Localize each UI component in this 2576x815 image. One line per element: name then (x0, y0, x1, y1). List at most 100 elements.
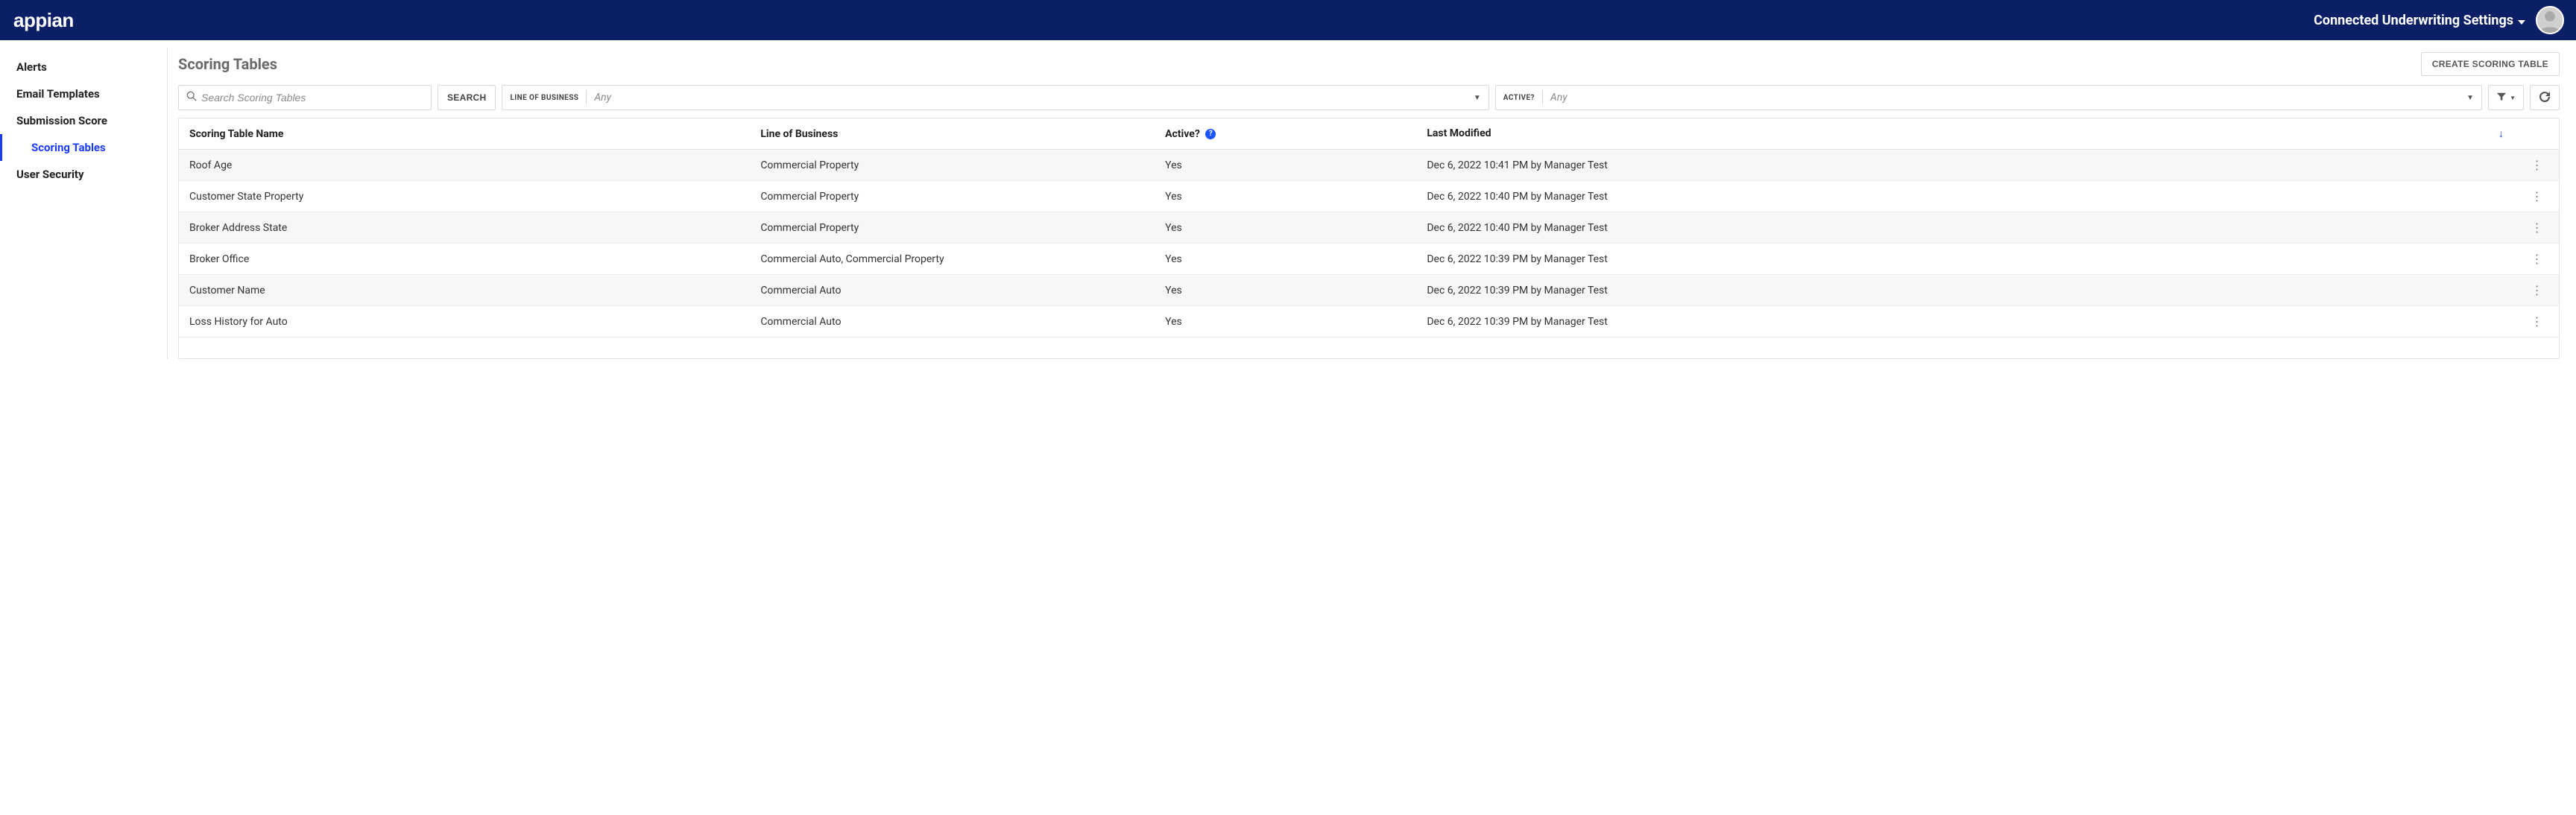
filter-active-value: Any (1550, 92, 2466, 104)
column-header-label: Scoring Table Name (189, 128, 283, 140)
cell-lob: Commercial Auto, Commercial Property (750, 244, 1155, 275)
content: Scoring Tables CREATE SCORING TABLE SEAR… (167, 40, 2576, 381)
column-header-actions (2514, 118, 2559, 150)
sidebar-item-label: Submission Score (16, 114, 107, 127)
top-bar: appian Connected Underwriting Settings (0, 0, 2576, 40)
filter-icon (2496, 92, 2507, 104)
cell-actions: ⋮ (2514, 150, 2559, 181)
column-header-active[interactable]: Active? ? (1155, 118, 1416, 150)
brand-logo: appian (13, 9, 74, 32)
divider (1542, 90, 1543, 105)
table-spacer-row (179, 337, 2559, 358)
cell-name: Customer Name (179, 275, 750, 306)
cell-lob: Commercial Auto (750, 306, 1155, 337)
sidebar-item-submission-score[interactable]: Submission Score (0, 107, 167, 134)
caret-down-icon: ▼ (1474, 94, 1481, 102)
table-row[interactable]: Customer State PropertyCommercial Proper… (179, 181, 2559, 212)
row-menu-icon[interactable]: ⋮ (2531, 283, 2542, 297)
caret-down-icon: ▼ (2466, 94, 2474, 102)
sidebar-item-label: Scoring Tables (31, 141, 106, 154)
caret-down-icon (2518, 13, 2525, 28)
layout: Alerts Email Templates Submission Score … (0, 40, 2576, 381)
row-menu-icon[interactable]: ⋮ (2531, 314, 2542, 329)
filter-lob-label: LINE OF BUSINESS (510, 94, 578, 102)
cell-actions: ⋮ (2514, 212, 2559, 244)
search-input[interactable] (201, 92, 423, 104)
refresh-button[interactable] (2530, 85, 2560, 110)
cell-name: Roof Age (179, 150, 750, 181)
sidebar-item-label: Email Templates (16, 87, 100, 101)
sort-desc-icon: ↓ (2498, 127, 2504, 140)
row-menu-icon[interactable]: ⋮ (2531, 252, 2542, 266)
site-title: Connected Underwriting Settings (2314, 13, 2513, 28)
filter-row: SEARCH LINE OF BUSINESS Any ▼ ACTIVE? An… (178, 85, 2560, 110)
cell-name: Loss History for Auto (179, 306, 750, 337)
scoring-tables-grid: Scoring Table Name Line of Business Acti… (178, 118, 2560, 359)
cell-name: Broker Address State (179, 212, 750, 244)
column-header-label: Line of Business (760, 128, 838, 140)
content-panel: Scoring Tables CREATE SCORING TABLE SEAR… (167, 48, 2560, 359)
cell-lob: Commercial Property (750, 150, 1155, 181)
divider (586, 90, 587, 105)
cell-name: Customer State Property (179, 181, 750, 212)
cell-active: Yes (1155, 244, 1416, 275)
cell-actions: ⋮ (2514, 244, 2559, 275)
table-row[interactable]: Broker OfficeCommercial Auto, Commercial… (179, 244, 2559, 275)
cell-active: Yes (1155, 306, 1416, 337)
page-title: Scoring Tables (178, 55, 277, 73)
help-icon[interactable]: ? (1205, 129, 1216, 139)
cell-lob: Commercial Property (750, 212, 1155, 244)
sidebar-item-label: Alerts (16, 60, 47, 74)
search-box[interactable] (178, 85, 432, 110)
filter-menu-button[interactable]: ▼ (2488, 85, 2524, 110)
cell-lob: Commercial Auto (750, 275, 1155, 306)
site-menu[interactable]: Connected Underwriting Settings (2314, 13, 2525, 28)
cell-actions: ⋮ (2514, 275, 2559, 306)
column-header-name[interactable]: Scoring Table Name (179, 118, 750, 150)
cell-active: Yes (1155, 275, 1416, 306)
cell-actions: ⋮ (2514, 181, 2559, 212)
topbar-right: Connected Underwriting Settings (2314, 6, 2564, 34)
filter-lob-value: Any (594, 92, 1474, 104)
filter-line-of-business[interactable]: LINE OF BUSINESS Any ▼ (502, 85, 1489, 110)
sidebar-item-email-templates[interactable]: Email Templates (0, 80, 167, 107)
table-row[interactable]: Loss History for AutoCommercial AutoYesD… (179, 306, 2559, 337)
search-button[interactable]: SEARCH (438, 85, 496, 110)
page-header: Scoring Tables CREATE SCORING TABLE (178, 48, 2560, 76)
sidebar-item-user-security[interactable]: User Security (0, 161, 167, 188)
cell-actions: ⋮ (2514, 306, 2559, 337)
cell-modified: Dec 6, 2022 10:39 PM by Manager Test (1416, 244, 2514, 275)
cell-modified: Dec 6, 2022 10:40 PM by Manager Test (1416, 181, 2514, 212)
row-menu-icon[interactable]: ⋮ (2531, 221, 2542, 235)
table-row[interactable]: Customer NameCommercial AutoYesDec 6, 20… (179, 275, 2559, 306)
table-row[interactable]: Broker Address StateCommercial PropertyY… (179, 212, 2559, 244)
caret-down-icon: ▼ (2510, 95, 2516, 101)
cell-lob: Commercial Property (750, 181, 1155, 212)
column-header-label: Active? (1165, 128, 1200, 140)
sidebar-item-scoring-tables[interactable]: Scoring Tables (0, 134, 167, 161)
cell-modified: Dec 6, 2022 10:41 PM by Manager Test (1416, 150, 2514, 181)
cell-modified: Dec 6, 2022 10:39 PM by Manager Test (1416, 306, 2514, 337)
column-header-label: Last Modified (1427, 127, 1491, 139)
table-row[interactable]: Roof AgeCommercial PropertyYesDec 6, 202… (179, 150, 2559, 181)
column-header-modified[interactable]: Last Modified ↓ (1416, 118, 2514, 150)
filter-active[interactable]: ACTIVE? Any ▼ (1495, 85, 2482, 110)
cell-name: Broker Office (179, 244, 750, 275)
refresh-icon (2539, 92, 2550, 104)
row-menu-icon[interactable]: ⋮ (2531, 158, 2542, 172)
sidebar-item-label: User Security (16, 168, 84, 181)
search-icon (186, 91, 197, 104)
table-header-row: Scoring Table Name Line of Business Acti… (179, 118, 2559, 150)
sidebar-item-alerts[interactable]: Alerts (0, 54, 167, 80)
row-menu-icon[interactable]: ⋮ (2531, 189, 2542, 203)
user-avatar[interactable] (2536, 6, 2564, 34)
create-scoring-table-button[interactable]: CREATE SCORING TABLE (2421, 52, 2560, 76)
filter-active-label: ACTIVE? (1503, 94, 1535, 102)
cell-active: Yes (1155, 181, 1416, 212)
cell-active: Yes (1155, 212, 1416, 244)
sidebar: Alerts Email Templates Submission Score … (0, 40, 167, 381)
brand-text: appian (13, 9, 74, 32)
cell-modified: Dec 6, 2022 10:39 PM by Manager Test (1416, 275, 2514, 306)
cell-active: Yes (1155, 150, 1416, 181)
column-header-lob[interactable]: Line of Business (750, 118, 1155, 150)
